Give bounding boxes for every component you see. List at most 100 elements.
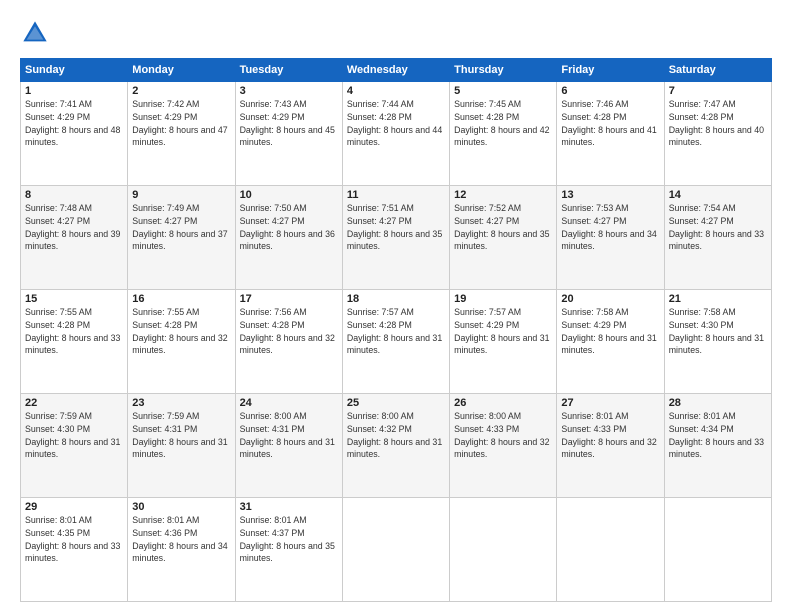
day-number: 7: [669, 85, 767, 97]
calendar-cell: 14Sunrise: 7:54 AMSunset: 4:27 PMDayligh…: [664, 186, 771, 290]
day-info: Sunrise: 7:41 AMSunset: 4:29 PMDaylight:…: [25, 98, 123, 149]
day-info: Sunrise: 7:44 AMSunset: 4:28 PMDaylight:…: [347, 98, 445, 149]
calendar-cell: 18Sunrise: 7:57 AMSunset: 4:28 PMDayligh…: [342, 290, 449, 394]
day-number: 23: [132, 397, 230, 409]
day-number: 18: [347, 293, 445, 305]
calendar-cell: 29Sunrise: 8:01 AMSunset: 4:35 PMDayligh…: [21, 498, 128, 602]
day-info: Sunrise: 8:01 AMSunset: 4:37 PMDaylight:…: [240, 514, 338, 565]
calendar-cell: 21Sunrise: 7:58 AMSunset: 4:30 PMDayligh…: [664, 290, 771, 394]
calendar-cell: 17Sunrise: 7:56 AMSunset: 4:28 PMDayligh…: [235, 290, 342, 394]
day-info: Sunrise: 7:48 AMSunset: 4:27 PMDaylight:…: [25, 202, 123, 253]
col-header-monday: Monday: [128, 59, 235, 82]
calendar-table: SundayMondayTuesdayWednesdayThursdayFrid…: [20, 58, 772, 602]
col-header-saturday: Saturday: [664, 59, 771, 82]
day-number: 1: [25, 85, 123, 97]
day-number: 10: [240, 189, 338, 201]
day-number: 22: [25, 397, 123, 409]
day-info: Sunrise: 7:59 AMSunset: 4:30 PMDaylight:…: [25, 410, 123, 461]
calendar-cell: 12Sunrise: 7:52 AMSunset: 4:27 PMDayligh…: [450, 186, 557, 290]
calendar-cell: 28Sunrise: 8:01 AMSunset: 4:34 PMDayligh…: [664, 394, 771, 498]
calendar-cell: 26Sunrise: 8:00 AMSunset: 4:33 PMDayligh…: [450, 394, 557, 498]
calendar-cell: [342, 498, 449, 602]
day-number: 31: [240, 501, 338, 513]
day-number: 11: [347, 189, 445, 201]
day-info: Sunrise: 7:54 AMSunset: 4:27 PMDaylight:…: [669, 202, 767, 253]
day-number: 12: [454, 189, 552, 201]
day-info: Sunrise: 7:53 AMSunset: 4:27 PMDaylight:…: [561, 202, 659, 253]
day-number: 26: [454, 397, 552, 409]
calendar-week-row: 1Sunrise: 7:41 AMSunset: 4:29 PMDaylight…: [21, 82, 772, 186]
col-header-sunday: Sunday: [21, 59, 128, 82]
day-number: 5: [454, 85, 552, 97]
calendar-cell: [664, 498, 771, 602]
day-number: 20: [561, 293, 659, 305]
col-header-friday: Friday: [557, 59, 664, 82]
calendar-cell: 24Sunrise: 8:00 AMSunset: 4:31 PMDayligh…: [235, 394, 342, 498]
day-info: Sunrise: 8:01 AMSunset: 4:33 PMDaylight:…: [561, 410, 659, 461]
calendar-cell: 5Sunrise: 7:45 AMSunset: 4:28 PMDaylight…: [450, 82, 557, 186]
day-info: Sunrise: 7:47 AMSunset: 4:28 PMDaylight:…: [669, 98, 767, 149]
day-number: 16: [132, 293, 230, 305]
calendar-cell: 13Sunrise: 7:53 AMSunset: 4:27 PMDayligh…: [557, 186, 664, 290]
day-number: 29: [25, 501, 123, 513]
day-info: Sunrise: 7:49 AMSunset: 4:27 PMDaylight:…: [132, 202, 230, 253]
day-info: Sunrise: 7:42 AMSunset: 4:29 PMDaylight:…: [132, 98, 230, 149]
calendar-cell: 31Sunrise: 8:01 AMSunset: 4:37 PMDayligh…: [235, 498, 342, 602]
day-info: Sunrise: 8:00 AMSunset: 4:31 PMDaylight:…: [240, 410, 338, 461]
calendar-cell: 8Sunrise: 7:48 AMSunset: 4:27 PMDaylight…: [21, 186, 128, 290]
day-number: 24: [240, 397, 338, 409]
page: SundayMondayTuesdayWednesdayThursdayFrid…: [0, 0, 792, 612]
day-info: Sunrise: 7:45 AMSunset: 4:28 PMDaylight:…: [454, 98, 552, 149]
day-number: 28: [669, 397, 767, 409]
calendar-cell: 27Sunrise: 8:01 AMSunset: 4:33 PMDayligh…: [557, 394, 664, 498]
day-info: Sunrise: 7:50 AMSunset: 4:27 PMDaylight:…: [240, 202, 338, 253]
col-header-thursday: Thursday: [450, 59, 557, 82]
day-info: Sunrise: 7:51 AMSunset: 4:27 PMDaylight:…: [347, 202, 445, 253]
day-info: Sunrise: 8:00 AMSunset: 4:32 PMDaylight:…: [347, 410, 445, 461]
calendar-cell: 16Sunrise: 7:55 AMSunset: 4:28 PMDayligh…: [128, 290, 235, 394]
calendar-cell: 11Sunrise: 7:51 AMSunset: 4:27 PMDayligh…: [342, 186, 449, 290]
day-number: 4: [347, 85, 445, 97]
day-info: Sunrise: 8:00 AMSunset: 4:33 PMDaylight:…: [454, 410, 552, 461]
col-header-wednesday: Wednesday: [342, 59, 449, 82]
calendar-cell: [557, 498, 664, 602]
day-number: 21: [669, 293, 767, 305]
day-number: 14: [669, 189, 767, 201]
calendar-week-row: 22Sunrise: 7:59 AMSunset: 4:30 PMDayligh…: [21, 394, 772, 498]
day-info: Sunrise: 7:52 AMSunset: 4:27 PMDaylight:…: [454, 202, 552, 253]
day-number: 9: [132, 189, 230, 201]
calendar-cell: 19Sunrise: 7:57 AMSunset: 4:29 PMDayligh…: [450, 290, 557, 394]
logo: [20, 18, 54, 48]
day-number: 30: [132, 501, 230, 513]
day-number: 2: [132, 85, 230, 97]
day-number: 13: [561, 189, 659, 201]
day-info: Sunrise: 8:01 AMSunset: 4:34 PMDaylight:…: [669, 410, 767, 461]
day-info: Sunrise: 7:58 AMSunset: 4:30 PMDaylight:…: [669, 306, 767, 357]
day-number: 17: [240, 293, 338, 305]
calendar-cell: 30Sunrise: 8:01 AMSunset: 4:36 PMDayligh…: [128, 498, 235, 602]
calendar-week-row: 29Sunrise: 8:01 AMSunset: 4:35 PMDayligh…: [21, 498, 772, 602]
day-info: Sunrise: 7:58 AMSunset: 4:29 PMDaylight:…: [561, 306, 659, 357]
generalblue-logo-icon: [20, 18, 50, 48]
calendar-cell: 15Sunrise: 7:55 AMSunset: 4:28 PMDayligh…: [21, 290, 128, 394]
col-header-tuesday: Tuesday: [235, 59, 342, 82]
calendar-cell: 23Sunrise: 7:59 AMSunset: 4:31 PMDayligh…: [128, 394, 235, 498]
calendar-cell: [450, 498, 557, 602]
day-number: 27: [561, 397, 659, 409]
calendar-header-row: SundayMondayTuesdayWednesdayThursdayFrid…: [21, 59, 772, 82]
calendar-cell: 1Sunrise: 7:41 AMSunset: 4:29 PMDaylight…: [21, 82, 128, 186]
calendar-cell: 22Sunrise: 7:59 AMSunset: 4:30 PMDayligh…: [21, 394, 128, 498]
day-info: Sunrise: 7:55 AMSunset: 4:28 PMDaylight:…: [132, 306, 230, 357]
calendar-cell: 7Sunrise: 7:47 AMSunset: 4:28 PMDaylight…: [664, 82, 771, 186]
calendar-cell: 10Sunrise: 7:50 AMSunset: 4:27 PMDayligh…: [235, 186, 342, 290]
calendar-cell: 6Sunrise: 7:46 AMSunset: 4:28 PMDaylight…: [557, 82, 664, 186]
day-number: 19: [454, 293, 552, 305]
day-info: Sunrise: 7:55 AMSunset: 4:28 PMDaylight:…: [25, 306, 123, 357]
day-info: Sunrise: 7:57 AMSunset: 4:28 PMDaylight:…: [347, 306, 445, 357]
day-info: Sunrise: 7:56 AMSunset: 4:28 PMDaylight:…: [240, 306, 338, 357]
day-info: Sunrise: 8:01 AMSunset: 4:36 PMDaylight:…: [132, 514, 230, 565]
calendar-cell: 9Sunrise: 7:49 AMSunset: 4:27 PMDaylight…: [128, 186, 235, 290]
day-info: Sunrise: 7:57 AMSunset: 4:29 PMDaylight:…: [454, 306, 552, 357]
calendar-cell: 4Sunrise: 7:44 AMSunset: 4:28 PMDaylight…: [342, 82, 449, 186]
day-info: Sunrise: 8:01 AMSunset: 4:35 PMDaylight:…: [25, 514, 123, 565]
